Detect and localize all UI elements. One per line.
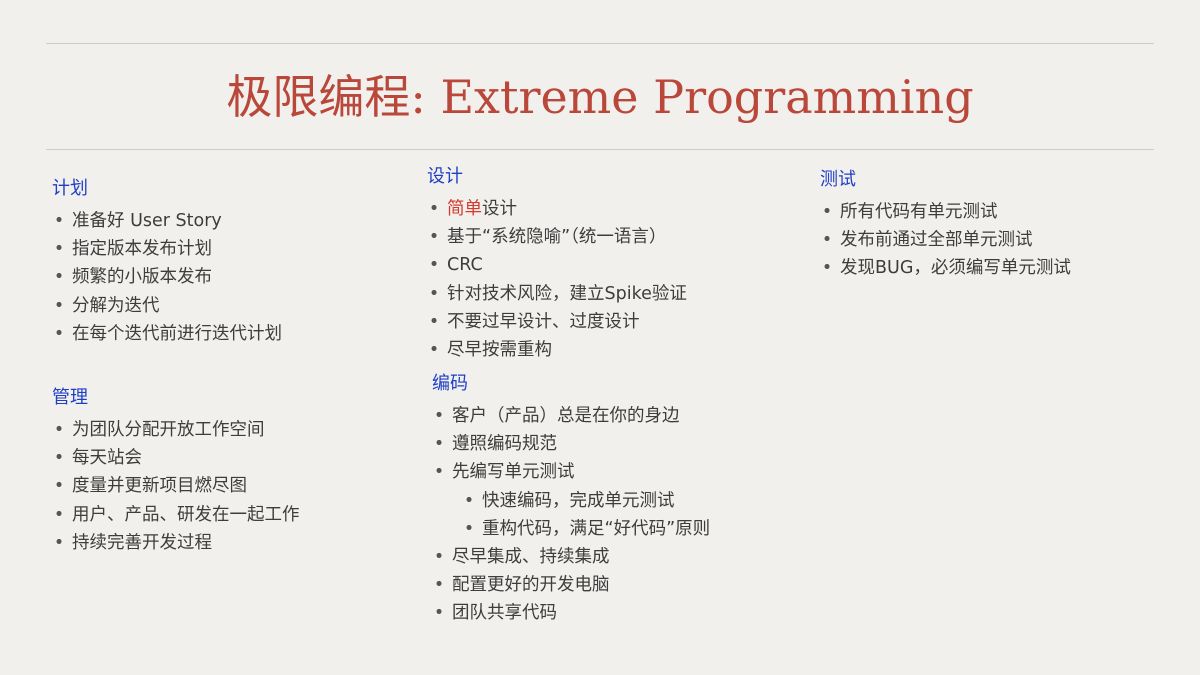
section-manage: 管理 • 为团队分配开放工作空间 • 每天站会 • 度量并更新项目燃尽图 • 用户、产品…: [52, 386, 300, 557]
list-item: • 团队共享代码: [432, 599, 710, 627]
bullet-icon: •: [428, 255, 440, 276]
design-list: • 简单设计 • 基于“系统隐喻”（统一语言） • CRC • 针对技术风险，建立Spi…: [427, 195, 687, 364]
bullet-icon: •: [433, 434, 445, 455]
section-design: 设计 • 简单设计 • 基于“系统隐喻”（统一语言） • CRC • 针对技术风险，建立…: [427, 165, 687, 364]
list-item: • 遵照编码规范: [432, 430, 710, 458]
sub-list-item: • 重构代码，满足“好代码”原则: [462, 515, 710, 543]
list-item: • 尽早集成、持续集成: [432, 543, 710, 571]
section-heading-plan: 计划: [52, 178, 88, 199]
sub-list-item: • 快速编码，完成单元测试: [462, 487, 710, 515]
bullet-icon: •: [433, 547, 445, 568]
bullet-icon: •: [463, 518, 475, 539]
list-item: • 不要过早设计、过度设计: [427, 308, 687, 336]
list-item: • 基于“系统隐喻”（统一语言）: [427, 223, 687, 251]
bullet-icon: •: [433, 575, 445, 596]
section-heading-manage: 管理: [52, 387, 88, 408]
bullet-icon: •: [53, 420, 65, 440]
bullet-icon: •: [433, 406, 445, 426]
bullet-icon: •: [53, 504, 65, 525]
highlighted-keyword: 简单: [447, 199, 482, 219]
bullet-icon: •: [53, 239, 65, 260]
test-list: • 所有代码有单元测试 • 发布前通过全部单元测试 • 发现BUG，必须编写单元测试: [820, 198, 1071, 283]
list-item: • CRC: [427, 251, 687, 279]
list-item: • 用户、产品、研发在一起工作: [52, 501, 300, 529]
bullet-icon: •: [821, 258, 833, 279]
list-item: • 尽早按需重构: [427, 336, 687, 364]
bullet-icon: •: [821, 230, 833, 251]
section-heading-design: 设计: [427, 166, 463, 187]
bullet-icon: •: [53, 211, 65, 231]
bullet-icon: •: [428, 199, 440, 219]
list-item: • 所有代码有单元测试: [820, 198, 1071, 226]
section-test: 测试 • 所有代码有单元测试 • 发布前通过全部单元测试 • 发现BUG，必须编写单元…: [820, 168, 1071, 283]
plan-list: • 准备好 User Story • 指定版本发布计划 • 频繁的小版本发布 • 分解为…: [52, 207, 282, 348]
list-item: • 针对技术风险，建立Spike验证: [427, 280, 687, 308]
bullet-icon: •: [428, 311, 440, 332]
manage-list: • 为团队分配开放工作空间 • 每天站会 • 度量并更新项目燃尽图 • 用户、产品、研发…: [52, 416, 300, 557]
section-code: 编码 • 客户（产品）总是在你的身边 • 遵照编码规范 • 先编写单元测试 • 快速编码…: [432, 372, 710, 628]
list-item: • 先编写单元测试: [432, 458, 710, 486]
bullet-icon: •: [821, 202, 833, 222]
bullet-icon: •: [53, 448, 65, 469]
list-item: • 分解为迭代: [52, 292, 282, 320]
list-item: • 配置更好的开发电脑: [432, 571, 710, 599]
list-item: • 准备好 User Story: [52, 207, 282, 235]
bullet-icon: •: [428, 340, 440, 361]
code-list: • 客户（产品）总是在你的身边 • 遵照编码规范 • 先编写单元测试 • 快速编码，完成…: [432, 402, 710, 628]
title-divider: [46, 149, 1154, 150]
list-item: • 度量并更新项目燃尽图: [52, 472, 300, 500]
bullet-icon: •: [53, 267, 65, 288]
slide-title: 极限编程: Extreme Programming: [226, 70, 974, 124]
list-item: • 发现BUG，必须编写单元测试: [820, 254, 1071, 282]
list-item: • 每天站会: [52, 444, 300, 472]
bullet-icon: •: [428, 227, 440, 248]
section-plan: 计划 • 准备好 User Story • 指定版本发布计划 • 频繁的小版本发布 •…: [52, 177, 282, 348]
bullet-icon: •: [463, 490, 475, 511]
bullet-icon: •: [53, 532, 65, 553]
bullet-icon: •: [53, 323, 65, 344]
list-item: • 简单设计: [427, 195, 687, 223]
list-item: • 持续完善开发过程: [52, 529, 300, 557]
list-item: • 客户（产品）总是在你的身边: [432, 402, 710, 430]
bullet-icon: •: [433, 603, 445, 624]
bullet-icon: •: [428, 283, 440, 304]
bullet-icon: •: [53, 476, 65, 497]
list-item: • 频繁的小版本发布: [52, 263, 282, 291]
bullet-icon: •: [53, 295, 65, 316]
list-item: • 在每个迭代前进行迭代计划: [52, 320, 282, 348]
list-item: • 为团队分配开放工作空间: [52, 416, 300, 444]
list-item: • 指定版本发布计划: [52, 235, 282, 263]
section-heading-code: 编码: [432, 373, 468, 394]
section-heading-test: 测试: [820, 169, 856, 190]
list-item: • 发布前通过全部单元测试: [820, 226, 1071, 254]
top-divider: [46, 43, 1154, 44]
bullet-icon: •: [433, 462, 445, 483]
